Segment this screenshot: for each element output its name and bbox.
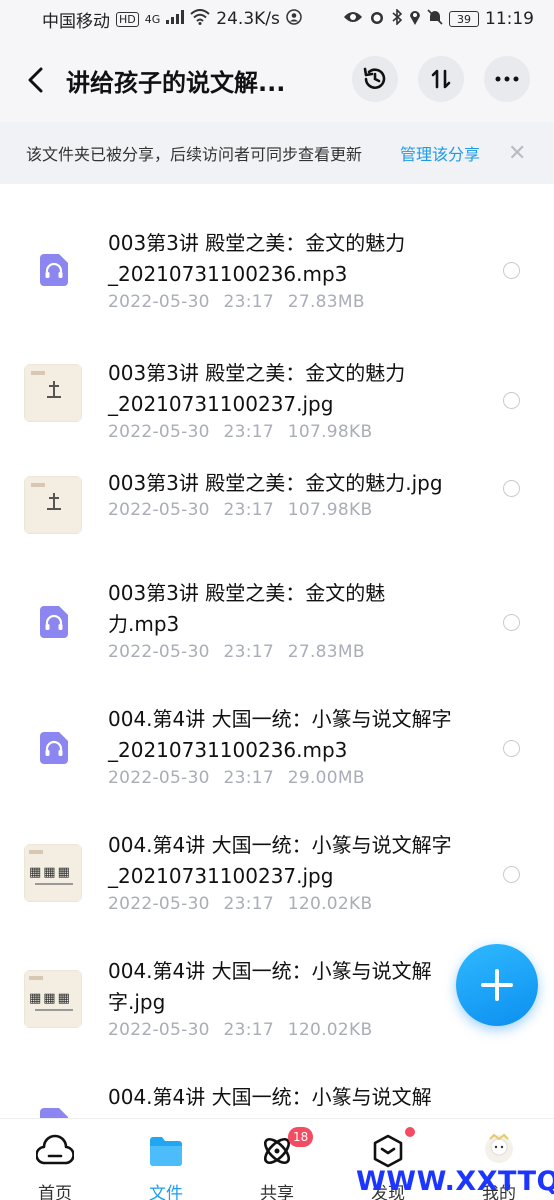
share-notice-text: 该文件夹已被分享，后续访问者可同步查看更新 xyxy=(26,145,363,164)
back-arrow-icon xyxy=(28,67,43,93)
sort-icon xyxy=(431,69,451,89)
close-notice-icon[interactable]: ✕ xyxy=(508,141,526,166)
carrier-label: 中国移动 xyxy=(42,11,110,32)
select-checkbox[interactable] xyxy=(503,262,520,279)
file-meta: 2022-05-30 23:17 27.83MB xyxy=(108,292,365,312)
hd-indicator: HD xyxy=(116,11,139,27)
manage-share-link[interactable]: 管理该分享 xyxy=(400,141,480,165)
add-button[interactable] xyxy=(456,944,538,1026)
file-name: 004.第4讲 大国一统：小篆与说文解 xyxy=(108,1085,432,1109)
share-notice-bar: 该文件夹已被分享，后续访问者可同步查看更新 管理该分享 ✕ xyxy=(0,122,554,184)
list-item[interactable]: 003第3讲 殿堂之美：金文的魅力.mp3 2022-05-30 23:17 2… xyxy=(0,578,554,684)
status-bar: 中国移动 HD 4G 24.3K/s 39 11:19 xyxy=(0,0,554,38)
audio-file-icon xyxy=(40,732,68,764)
clock: 11:19 xyxy=(485,9,534,29)
file-name: 003第3讲 殿堂之美：金文的魅力_20210731100236.mp3 xyxy=(108,231,406,286)
more-icon xyxy=(495,76,519,82)
folder-icon xyxy=(150,1137,182,1166)
audio-file-icon xyxy=(40,1108,68,1118)
signal-icon xyxy=(166,9,185,29)
file-name: 004.第4讲 大国一统：小篆与说文解字.jpg xyxy=(108,959,432,1014)
bluetooth-icon xyxy=(391,7,403,30)
sort-button[interactable] xyxy=(418,56,464,102)
audio-file-icon xyxy=(40,254,68,286)
back-button[interactable] xyxy=(14,58,58,102)
network-speed: 24.3K/s xyxy=(216,9,280,29)
list-item[interactable]: 004.第4讲 大国一统：小篆与说文解字_20210731100236.mp3 … xyxy=(0,704,554,810)
nav-files-label: 文件 xyxy=(149,1184,183,1200)
image-thumbnail xyxy=(24,476,82,534)
list-item[interactable]: ▦▦▦ 004.第4讲 大国一统：小篆与说文解字_20210731100237.… xyxy=(0,830,554,936)
select-checkbox[interactable] xyxy=(503,614,520,631)
share-badge: 18 xyxy=(288,1127,314,1147)
more-button[interactable] xyxy=(484,56,530,102)
file-meta: 2022-05-30 23:17 107.98KB xyxy=(108,500,373,520)
screen: 中国移动 HD 4G 24.3K/s 39 11:19 讲给孩子的说文解... … xyxy=(0,0,554,1200)
select-checkbox[interactable] xyxy=(503,392,520,409)
select-checkbox[interactable] xyxy=(503,480,520,497)
image-thumbnail: ▦▦▦ xyxy=(24,844,82,902)
eye-icon xyxy=(343,9,363,29)
network-type: 4G xyxy=(144,12,161,26)
list-item[interactable]: 003第3讲 殿堂之美：金文的魅力.jpg 2022-05-30 23:17 1… xyxy=(0,468,554,548)
list-item[interactable]: 003第3讲 殿堂之美：金文的魅力_20210731100236.mp3 202… xyxy=(0,216,554,322)
list-item[interactable]: 003第3讲 殿堂之美：金文的魅力_20210731100237.jpg 202… xyxy=(0,346,554,452)
select-checkbox[interactable] xyxy=(503,740,520,757)
location-icon xyxy=(409,9,421,30)
account-status-icon xyxy=(286,8,302,30)
page-title: 讲给孩子的说文解... xyxy=(66,68,286,97)
cube-discover-icon xyxy=(373,1134,403,1168)
nav-share-label: 共享 xyxy=(260,1184,294,1200)
file-name: 003第3讲 殿堂之美：金文的魅力.mp3 xyxy=(108,581,386,636)
cloud-home-icon xyxy=(36,1134,74,1165)
battery-icon: 39 xyxy=(449,11,479,27)
nav-share[interactable]: 18 共享 xyxy=(222,1119,332,1200)
list-item[interactable]: 004.第4讲 大国一统：小篆与说文解 xyxy=(0,1082,554,1118)
file-meta: 2022-05-30 23:17 120.02KB xyxy=(108,894,373,914)
wifi-icon xyxy=(190,8,210,30)
discover-notification-dot xyxy=(405,1127,415,1137)
top-app-bar: 讲给孩子的说文解... xyxy=(0,38,554,122)
alarm-icon xyxy=(369,9,385,30)
file-name: 003第3讲 殿堂之美：金文的魅力_20210731100237.jpg xyxy=(108,361,406,416)
image-thumbnail: ▦▦▦ xyxy=(24,970,82,1028)
nav-files[interactable]: 文件 xyxy=(111,1119,221,1200)
mute-bell-icon xyxy=(427,8,443,30)
nav-home[interactable]: 首页 xyxy=(0,1119,110,1200)
image-thumbnail xyxy=(24,364,82,422)
history-icon xyxy=(363,67,386,89)
file-meta: 2022-05-30 23:17 107.98KB xyxy=(108,422,373,442)
history-button[interactable] xyxy=(352,56,398,102)
list-item-partial-top xyxy=(0,184,554,190)
watermark-text: WWW.XXTTQ.COM xyxy=(356,1166,554,1197)
file-name: 004.第4讲 大国一统：小篆与说文解字_20210731100236.mp3 xyxy=(108,707,452,762)
select-checkbox[interactable] xyxy=(503,866,520,883)
file-name: 004.第4讲 大国一统：小篆与说文解字_20210731100237.jpg xyxy=(108,833,452,888)
file-name: 003第3讲 殿堂之美：金文的魅力.jpg xyxy=(108,471,443,495)
nav-home-label: 首页 xyxy=(38,1184,72,1200)
avatar-icon xyxy=(485,1133,513,1163)
file-meta: 2022-05-30 23:17 27.83MB xyxy=(108,642,365,662)
file-meta: 2022-05-30 23:17 29.00MB xyxy=(108,768,365,788)
audio-file-icon xyxy=(40,606,68,638)
plus-icon xyxy=(481,969,513,1001)
file-meta: 2022-05-30 23:17 120.02KB xyxy=(108,1020,373,1040)
